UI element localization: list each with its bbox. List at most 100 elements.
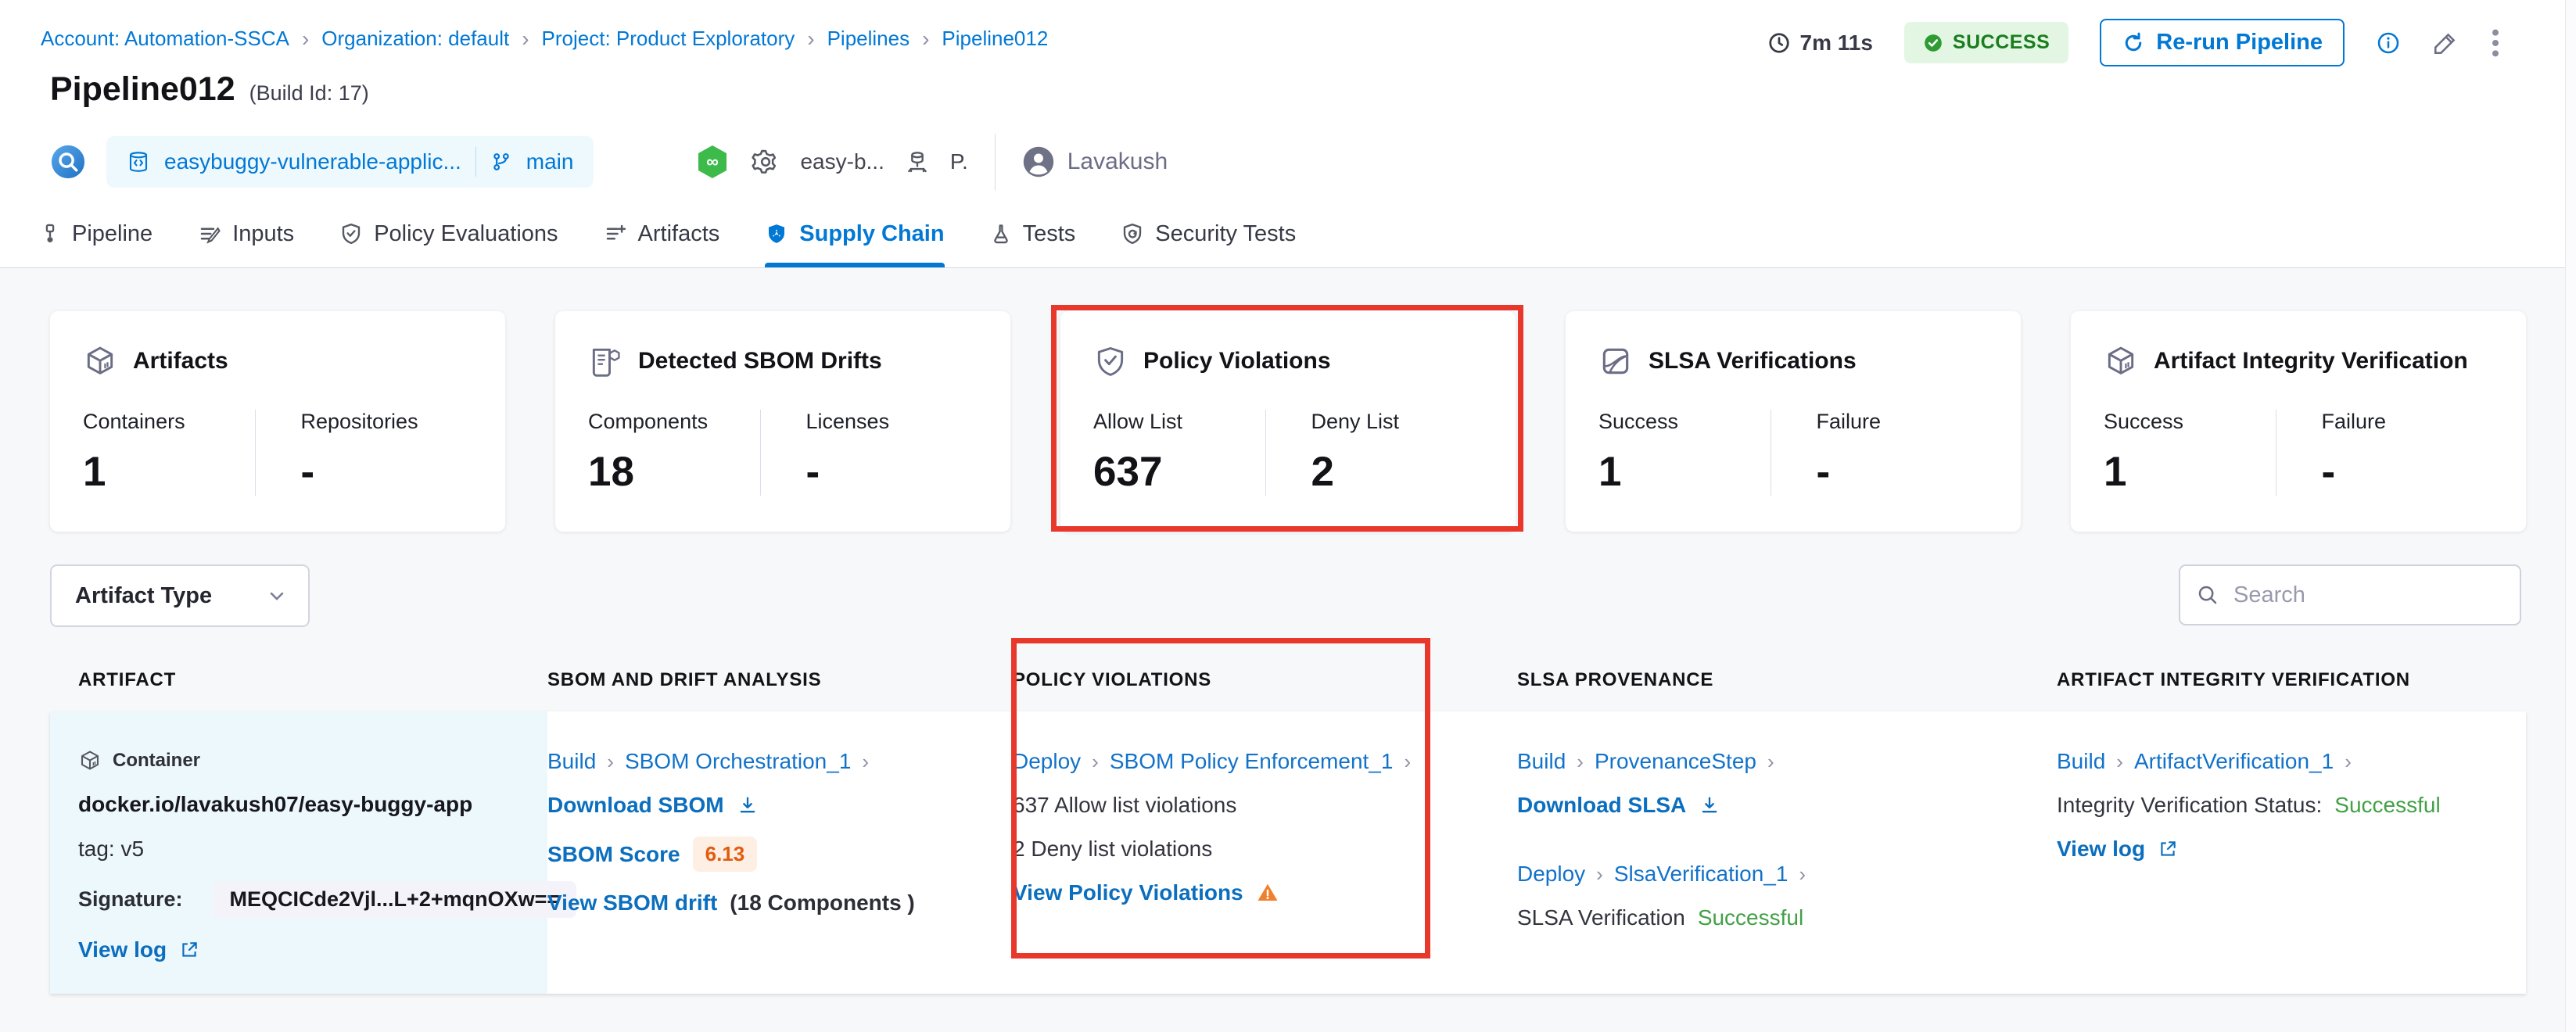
slsa-status-value: Successful bbox=[1698, 905, 1803, 930]
tab-label: Pipeline bbox=[72, 221, 152, 247]
view-policy-violations-link[interactable]: View Policy Violations bbox=[1013, 880, 1243, 905]
artifact-integrity-cell: Build › ArtifactVerification_1 › Integri… bbox=[2057, 711, 2526, 994]
edit-pipeline-icon[interactable] bbox=[2432, 30, 2459, 56]
tab-pipeline[interactable]: Pipeline bbox=[39, 200, 152, 267]
tab-supply-chain[interactable]: Supply Chain bbox=[765, 200, 944, 267]
artifact-type-label: Artifact Type bbox=[75, 583, 212, 609]
search-box bbox=[2179, 564, 2521, 625]
stat-integrity-success: Success 1 bbox=[2104, 410, 2276, 496]
policy-violations-cell: Deploy › SBOM Policy Enforcement_1 › 637… bbox=[1013, 711, 1517, 994]
chevron-icon: › bbox=[2116, 750, 2123, 774]
step-link[interactable]: ArtifactVerification_1 bbox=[2134, 749, 2334, 774]
execution-actions: 7m 11s SUCCESS Re-run Pipeline bbox=[1767, 19, 2502, 66]
stat-slsa-success: Success 1 bbox=[1598, 410, 1771, 496]
stage-link[interactable]: Build bbox=[2057, 749, 2105, 774]
tab-inputs[interactable]: Inputs bbox=[198, 200, 294, 267]
search-input[interactable] bbox=[2233, 582, 2528, 608]
tab-artifacts[interactable]: Artifacts bbox=[604, 200, 720, 267]
avatar-icon bbox=[1022, 145, 1055, 178]
warning-triangle-icon bbox=[1256, 881, 1279, 905]
stat-value: - bbox=[1817, 448, 1989, 496]
step-link[interactable]: SBOM Orchestration_1 bbox=[625, 749, 851, 774]
download-sbom-link[interactable]: Download SBOM bbox=[547, 793, 724, 818]
execution-duration: 7m 11s bbox=[1767, 30, 1873, 56]
page-title: Pipeline012 bbox=[50, 70, 235, 109]
info-icon[interactable] bbox=[2376, 30, 2401, 56]
tab-security-tests[interactable]: Security Tests bbox=[1121, 200, 1296, 267]
title-row: Pipeline012 (Build Id: 17) bbox=[50, 70, 369, 109]
artifact-type-label: Container bbox=[113, 750, 200, 772]
stat-label: Failure bbox=[2322, 410, 2494, 434]
environment-name[interactable]: P. bbox=[950, 149, 968, 174]
sbom-document-icon bbox=[588, 344, 622, 378]
stat-allow-list: Allow List 637 bbox=[1093, 410, 1265, 496]
artifact-name: docker.io/lavakush07/easy-buggy-app bbox=[78, 792, 472, 817]
stage-link[interactable]: Deploy bbox=[1013, 749, 1081, 774]
execution-tabbar: Pipeline Inputs Policy Evaluations Artif… bbox=[0, 200, 2576, 267]
stat-value: 1 bbox=[2104, 448, 2276, 496]
slsa-icon bbox=[1598, 344, 1633, 378]
cube-icon bbox=[2104, 344, 2138, 378]
card-title: Policy Violations bbox=[1143, 348, 1331, 374]
step-link[interactable]: SBOM Policy Enforcement_1 bbox=[1110, 749, 1394, 774]
chevron-icon: › bbox=[1767, 750, 1774, 774]
stat-value: 1 bbox=[1598, 448, 1771, 496]
card-slsa-verifications: SLSA Verifications Success 1 Failure - bbox=[1566, 311, 2021, 532]
scrollbar-track[interactable] bbox=[2565, 0, 2576, 1032]
artifact-type-select[interactable]: Artifact Type bbox=[50, 564, 310, 627]
repository-icon bbox=[127, 150, 150, 174]
container-cube-icon bbox=[78, 749, 102, 772]
duration-text: 7m 11s bbox=[1800, 30, 1873, 56]
stage-link[interactable]: Build bbox=[547, 749, 596, 774]
stat-repositories: Repositories - bbox=[255, 410, 473, 496]
card-title: Detected SBOM Drifts bbox=[638, 348, 882, 374]
stat-value: 2 bbox=[1311, 448, 1484, 496]
breadcrumb-project[interactable]: Project: Product Exploratory bbox=[542, 27, 795, 51]
breadcrumb-pipelines[interactable]: Pipelines bbox=[827, 27, 910, 51]
rerun-pipeline-button[interactable]: Re-run Pipeline bbox=[2100, 19, 2345, 66]
repo-name: easybuggy-vulnerable-applic... bbox=[164, 149, 461, 174]
more-options-icon[interactable] bbox=[2490, 27, 2501, 59]
supply-chain-content: Artifacts Containers 1 Repositories - bbox=[0, 268, 2576, 1032]
sbom-score-link[interactable]: SBOM Score bbox=[547, 842, 680, 867]
stat-label: Repositories bbox=[301, 410, 473, 434]
breadcrumb-pipeline012[interactable]: Pipeline012 bbox=[942, 27, 1048, 51]
artifact-view-log-link[interactable]: View log bbox=[78, 937, 167, 962]
stage-link[interactable]: Deploy bbox=[1517, 862, 1585, 887]
card-policy-violations: Policy Violations Allow List 637 Deny Li… bbox=[1060, 311, 1516, 532]
meta-divider bbox=[995, 134, 996, 190]
supply-chain-page: Account: Automation-SSCA › Organization:… bbox=[0, 0, 2576, 1032]
tab-label: Tests bbox=[1023, 221, 1076, 247]
column-header-integrity: ARTIFACT INTEGRITY VERIFICATION bbox=[2057, 669, 2526, 691]
breadcrumb-account[interactable]: Account: Automation-SSCA bbox=[41, 27, 289, 51]
column-header-slsa: SLSA PROVENANCE bbox=[1517, 669, 2057, 691]
environment-icon bbox=[905, 149, 930, 174]
page-header: Account: Automation-SSCA › Organization:… bbox=[0, 0, 2576, 268]
chevron-icon: › bbox=[607, 750, 614, 774]
column-header-policy-violations: POLICY VIOLATIONS bbox=[1013, 669, 1517, 691]
integrity-view-log-link[interactable]: View log bbox=[2057, 837, 2145, 862]
stage-link[interactable]: Build bbox=[1517, 749, 1566, 774]
breadcrumb-organization[interactable]: Organization: default bbox=[321, 27, 509, 51]
execution-meta-row: easybuggy-vulnerable-applic... main ∞ ea… bbox=[50, 134, 2498, 189]
service-name[interactable]: easy-b... bbox=[800, 149, 884, 174]
view-sbom-drift-link[interactable]: View SBOM drift bbox=[547, 890, 717, 916]
tab-label: Artifacts bbox=[638, 221, 720, 247]
repo-chip[interactable]: easybuggy-vulnerable-applic... main bbox=[106, 136, 594, 188]
svg-text:∞: ∞ bbox=[707, 152, 719, 171]
artifacts-table: ARTIFACT SBOM AND DRIFT ANALYSIS POLICY … bbox=[50, 649, 2526, 994]
stat-value: - bbox=[301, 448, 473, 496]
download-icon bbox=[1699, 794, 1720, 816]
step-link[interactable]: SlsaVerification_1 bbox=[1614, 862, 1788, 887]
triggered-by: Lavakush bbox=[1022, 145, 1168, 178]
download-slsa-link[interactable]: Download SLSA bbox=[1517, 793, 1686, 818]
step-link[interactable]: ProvenanceStep bbox=[1595, 749, 1756, 774]
signature-value[interactable]: MEQCICde2Vjl...L+2+mqnOXw== bbox=[213, 881, 577, 918]
tab-policy-evaluations[interactable]: Policy Evaluations bbox=[339, 200, 558, 267]
ci-module-icon: ∞ bbox=[694, 143, 731, 181]
card-title: Artifact Integrity Verification bbox=[2154, 348, 2468, 374]
sbom-cell: Build › SBOM Orchestration_1 › Download … bbox=[547, 711, 1013, 994]
tab-tests[interactable]: Tests bbox=[990, 200, 1076, 267]
chevron-icon: › bbox=[1577, 750, 1584, 774]
stat-licenses: Licenses - bbox=[760, 410, 978, 496]
